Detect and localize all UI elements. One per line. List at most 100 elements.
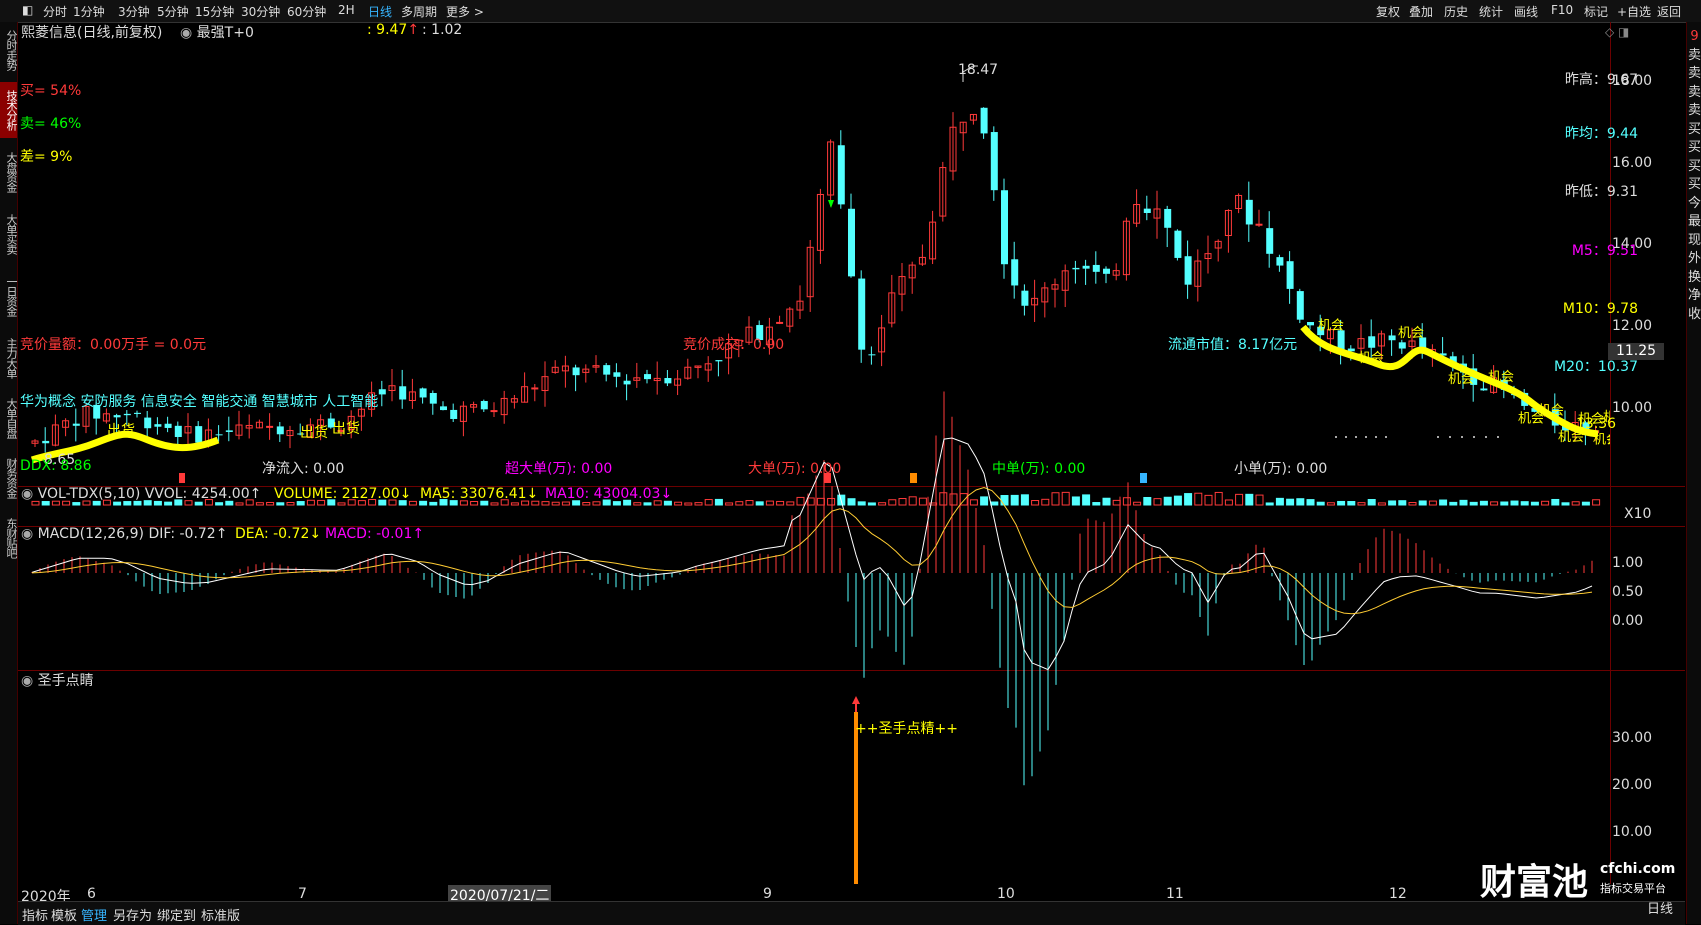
jihui-label: 机会 <box>1318 319 1344 334</box>
tool-mark[interactable]: 标记 <box>1584 3 1608 20</box>
chart-canvas[interactable]: 机会机会机会机会机会机会机会机会机会机会机会机会 <box>18 22 1610 884</box>
super-big-orders: 超大单(万): 0.00 <box>505 461 613 477</box>
bottom-tab-template[interactable]: 模板 <box>51 905 77 924</box>
candle-body <box>1286 261 1294 289</box>
volume-bar <box>980 496 989 506</box>
period-tab-5m[interactable]: 5分钟 <box>157 3 189 20</box>
volume-bar <box>1092 502 1101 506</box>
side-tab-zipan[interactable]: 大单自盘 <box>0 390 18 446</box>
jihui-label: 机会 <box>1558 430 1584 445</box>
bottom-tab-indicator[interactable]: 指标 <box>22 905 48 924</box>
sszj-panel-title[interactable]: ◉ 圣手点睛 <box>21 670 94 690</box>
small-orders: 小单(万): 0.00 <box>1234 461 1328 477</box>
candle-body <box>868 354 876 356</box>
macd-tick-1: 1.00 <box>1612 555 1644 571</box>
period-tab-daily[interactable]: 日线 <box>368 3 392 20</box>
bottom-tab-edition[interactable]: 标准版 <box>201 905 240 924</box>
volume-bar <box>296 501 305 506</box>
candle-body <box>1164 208 1172 228</box>
bottom-tab-saveas[interactable]: 另存为 <box>113 905 152 924</box>
tool-f10[interactable]: F10 <box>1551 3 1573 17</box>
side-tab-dapan[interactable]: 大盘资金 <box>0 144 18 200</box>
tool-overlay[interactable]: 叠加 <box>1409 3 1433 20</box>
volume-value: VOLUME: 2127.00↓ <box>274 486 412 502</box>
side-tab-fenshi[interactable]: 分时走势 <box>0 24 18 76</box>
period-tab-fenshi[interactable]: 分时 <box>43 3 67 20</box>
volume-bar <box>235 502 244 506</box>
volume-bar <box>1194 492 1203 506</box>
candle-body <box>623 380 631 385</box>
candle-body <box>480 401 488 410</box>
bottom-period-label[interactable]: 日线 <box>1647 898 1673 917</box>
bottom-tab-bindto[interactable]: 绑定到 <box>157 905 196 924</box>
macd-tick-05: 0.50 <box>1612 584 1644 600</box>
period-tab-multi[interactable]: 多周期 <box>401 3 437 20</box>
volume-bar <box>1551 498 1560 506</box>
indicator-selector[interactable]: ◉ 最强T+0 <box>180 22 254 42</box>
volume-panel-title[interactable]: ◉ VOL-TDX(5,10) VVOL: 4254.00↑ <box>21 486 261 502</box>
tool-fuquan[interactable]: 复权 <box>1376 3 1400 20</box>
period-tab-2h[interactable]: 2H <box>338 3 355 17</box>
candle-body <box>174 425 182 438</box>
macd-panel-title[interactable]: ◉ MACD(12,26,9) DIF: -0.72↑ <box>21 526 227 542</box>
candle-body <box>613 372 621 377</box>
ddx-label: DDX: 8.86 <box>20 458 92 474</box>
candle-body <box>1276 257 1284 266</box>
period-tab-60m[interactable]: 60分钟 <box>287 3 326 20</box>
concept-tags[interactable]: 华为概念 安防服务 信息安全 智能交通 智慧城市 人工智能 <box>20 391 378 411</box>
volume-bar <box>765 500 774 506</box>
volume-bar <box>1592 499 1601 506</box>
price-tick-12: 12.00 <box>1612 318 1653 334</box>
volume-bar <box>1479 500 1488 506</box>
candle-body <box>1184 256 1192 285</box>
candle-body <box>848 208 855 277</box>
period-tab-more[interactable]: 更多 > <box>446 3 484 20</box>
tool-add-favorite[interactable]: +自选 <box>1617 3 1651 20</box>
toggle-panel-icon[interactable]: ◧ <box>22 3 33 17</box>
bottom-tab-manage[interactable]: 管理 <box>81 905 107 924</box>
candle-body <box>664 378 672 384</box>
indicator-name: 最强T+0 <box>196 25 254 41</box>
tool-stats[interactable]: 统计 <box>1479 3 1503 20</box>
x-label-sep: 9 <box>763 886 772 902</box>
tool-back[interactable]: 返回 <box>1657 3 1681 20</box>
side-tab-tieba[interactable]: 东财贴吧 <box>0 510 18 566</box>
volume-bar <box>908 496 917 506</box>
panel-controls[interactable]: ◇ ◨ <box>1605 25 1629 39</box>
candle-body <box>572 367 580 376</box>
side-tab-zhuli[interactable]: 主力大单 <box>0 330 18 386</box>
volume-bar <box>1357 502 1366 506</box>
volume-bar <box>694 502 703 506</box>
volume-bar <box>1581 501 1590 506</box>
event-marker <box>179 473 185 483</box>
ma10-value: M10：9.78 <box>1562 301 1638 317</box>
volume-bar <box>1031 500 1040 506</box>
side-tab-yiri[interactable]: 一日资金 <box>0 268 18 324</box>
volume-bar <box>490 502 499 506</box>
candle-body <box>1082 265 1090 269</box>
side-tab-tech[interactable]: 技术分析 <box>0 82 18 138</box>
candle-body <box>195 426 203 443</box>
period-tab-30m[interactable]: 30分钟 <box>241 3 280 20</box>
side-tab-caiwu[interactable]: 财务资金 <box>0 450 18 506</box>
volume-bar <box>1102 497 1111 506</box>
volume-bar <box>1265 502 1274 506</box>
tool-draw[interactable]: 画线 <box>1514 3 1538 20</box>
sszj-signal-text: ++圣手点精++ <box>855 721 958 737</box>
tool-history[interactable]: 历史 <box>1444 3 1468 20</box>
period-tab-3m[interactable]: 3分钟 <box>118 3 150 20</box>
watermark-logo: 财富池 <box>1480 861 1589 903</box>
volume-bar <box>1184 493 1193 506</box>
volume-ma5: MA5: 33076.41↓ <box>420 486 539 502</box>
period-tab-15m[interactable]: 15分钟 <box>195 3 234 20</box>
volume-bar <box>561 501 570 506</box>
price-axis-line <box>1610 22 1611 884</box>
period-tab-1m[interactable]: 1分钟 <box>73 3 105 20</box>
volume-bar <box>1571 501 1580 506</box>
candle-body <box>378 389 386 395</box>
sszj-tick-20: 20.00 <box>1612 777 1653 793</box>
candle-body <box>154 424 162 427</box>
volume-bar <box>1500 501 1509 506</box>
volume-bar <box>72 502 81 506</box>
side-tab-dadan[interactable]: 大单买卖 <box>0 206 18 262</box>
